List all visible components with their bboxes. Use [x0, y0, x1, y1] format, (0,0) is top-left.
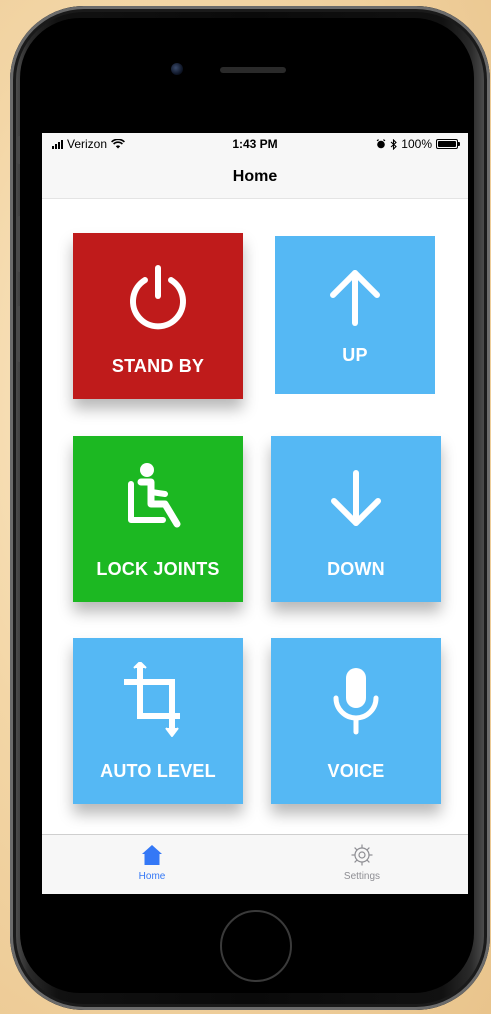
- tile-label: DOWN: [327, 559, 385, 579]
- tile-label: STAND BY: [111, 356, 205, 376]
- navigation-bar: Home: [42, 155, 468, 199]
- seated-person-icon: [73, 463, 243, 536]
- voice-button[interactable]: VOICE: [271, 638, 441, 804]
- tile-label: UP: [342, 345, 368, 365]
- lock-joints-button[interactable]: LOCK JOINTS: [73, 436, 243, 602]
- crop-icon: [73, 662, 243, 738]
- battery-percent: 100%: [401, 137, 432, 151]
- arrow-up-icon: [275, 260, 435, 332]
- tab-label: Home: [138, 871, 166, 882]
- arrow-down-icon: [271, 464, 441, 536]
- gear-icon: [302, 841, 422, 869]
- home-icon: [92, 841, 212, 869]
- tile-label: LOCK JOINTS: [96, 559, 220, 579]
- tab-home[interactable]: Home: [92, 841, 212, 887]
- tile-label: VOICE: [327, 761, 385, 781]
- app-screen: Verizon 1:43 PM 100% Home STAND BY UP LO…: [42, 133, 468, 894]
- microphone-icon: [271, 666, 441, 738]
- status-right: 100%: [376, 137, 460, 151]
- tile-label: AUTO LEVEL: [100, 761, 216, 781]
- status-bar: Verizon 1:43 PM 100%: [42, 133, 468, 155]
- tab-label: Settings: [343, 871, 381, 882]
- down-button[interactable]: DOWN: [271, 436, 441, 602]
- tab-bar: Home Settings: [42, 834, 468, 894]
- up-button[interactable]: UP: [275, 236, 435, 394]
- tab-settings[interactable]: Settings: [302, 841, 422, 887]
- earpiece-speaker: [220, 67, 286, 73]
- page-title: Home: [232, 168, 278, 185]
- auto-level-button[interactable]: AUTO LEVEL: [73, 638, 243, 804]
- front-camera: [171, 63, 183, 75]
- battery-icon: [436, 139, 460, 149]
- bluetooth-icon: [390, 138, 398, 150]
- stand-by-button[interactable]: STAND BY: [73, 233, 243, 399]
- alarm-icon: [376, 139, 386, 149]
- power-icon: [73, 261, 243, 333]
- hardware-home-button[interactable]: [220, 910, 292, 982]
